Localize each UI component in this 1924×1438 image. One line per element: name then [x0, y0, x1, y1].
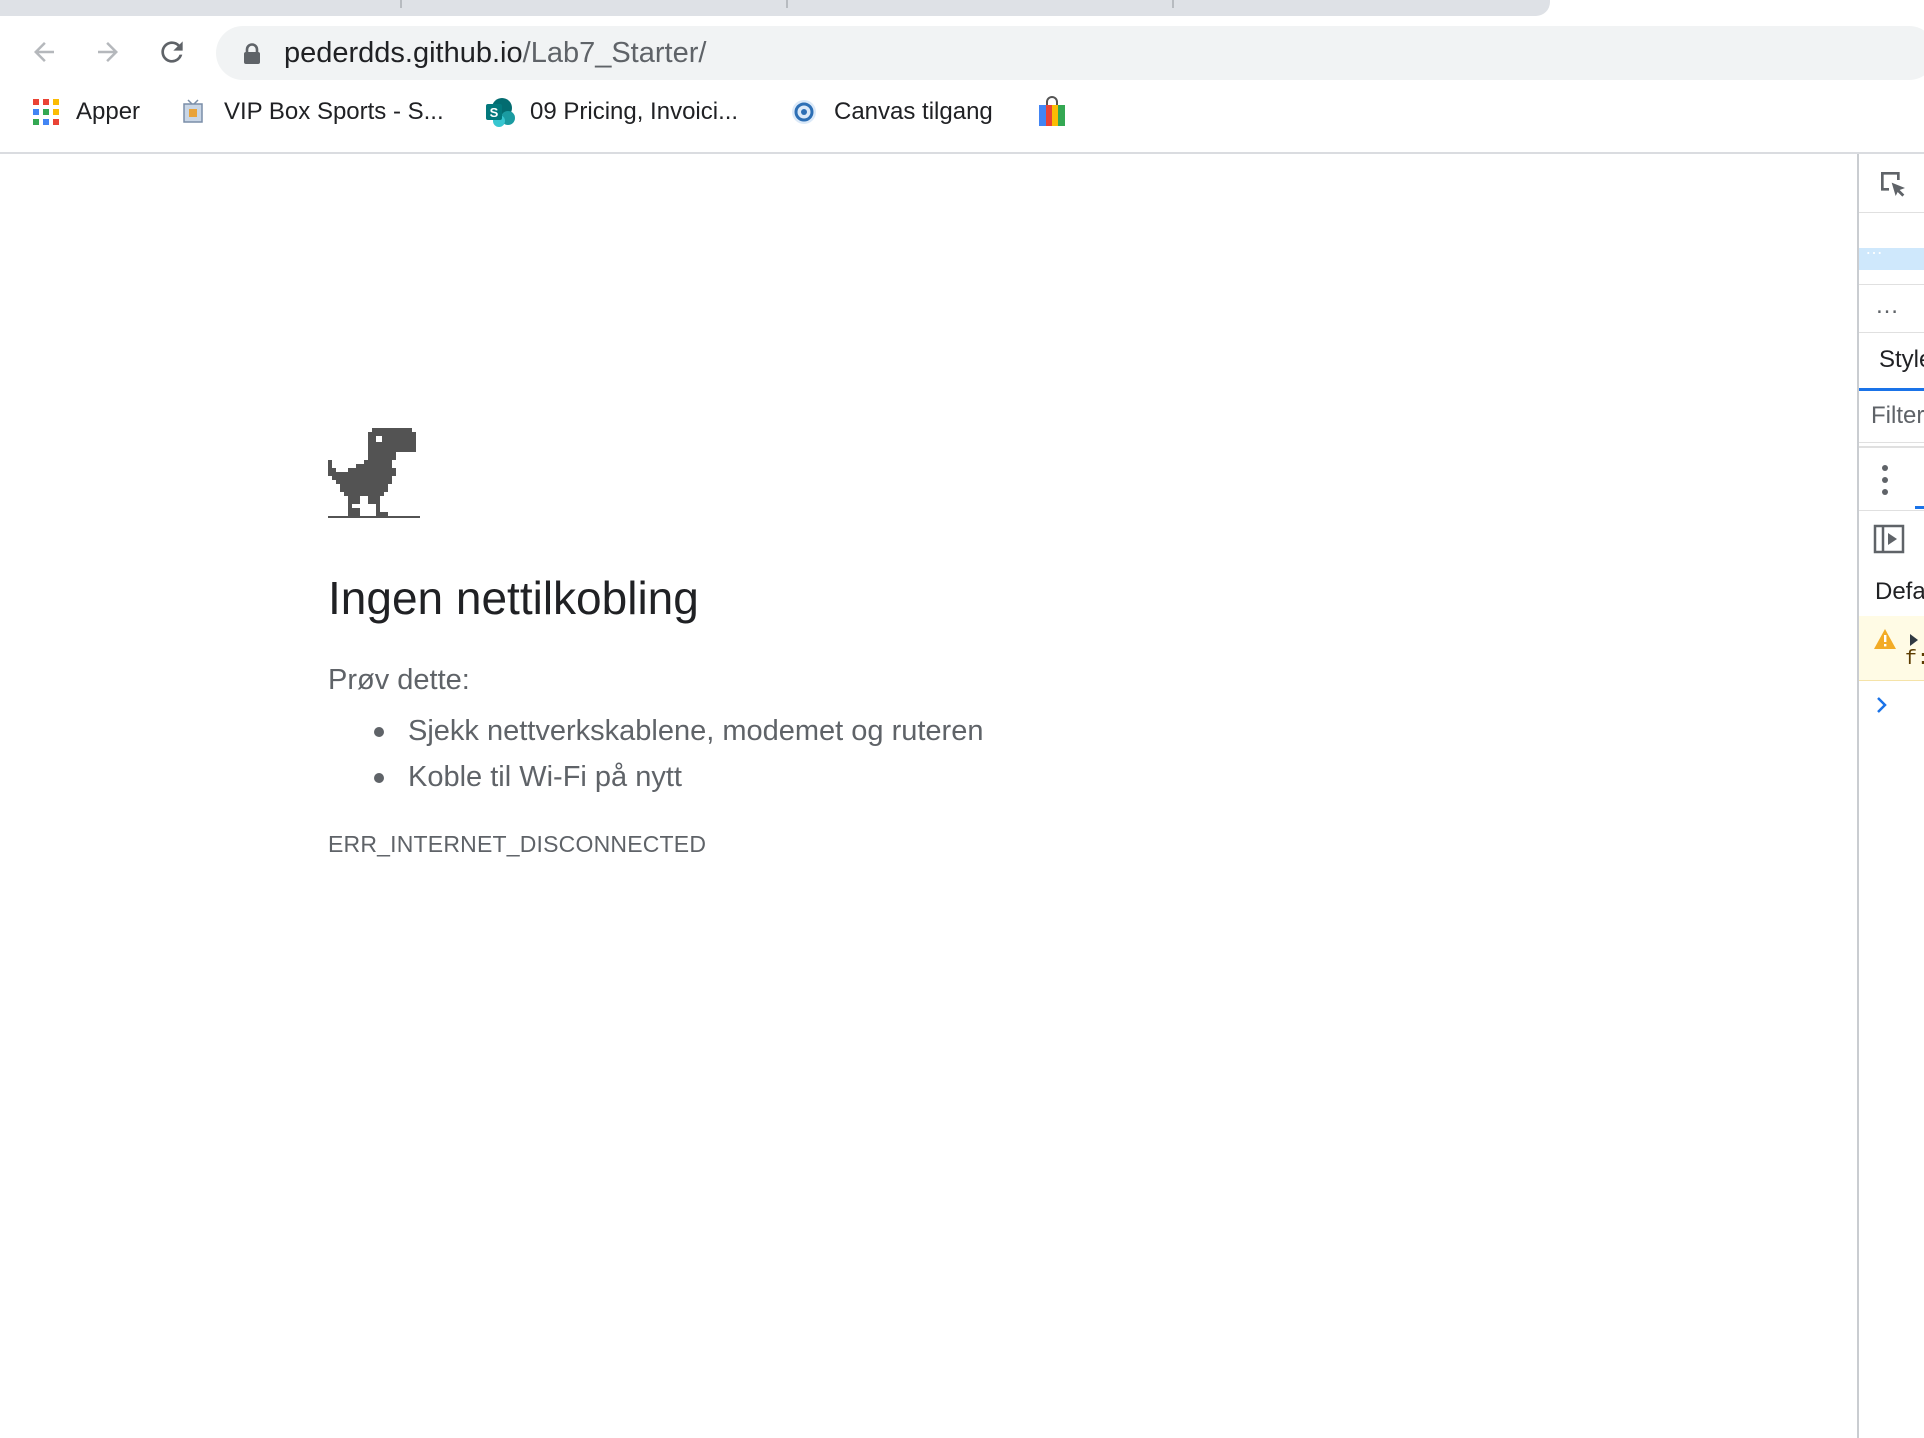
bookmark-shopping[interactable]	[1036, 92, 1082, 132]
forward-button[interactable]	[86, 30, 130, 74]
back-button[interactable]	[22, 30, 66, 74]
bookmark-label: Apper	[76, 98, 141, 125]
styles-filter[interactable]: Filter	[1859, 392, 1924, 443]
dino-icon[interactable]	[328, 428, 420, 520]
suggestion-item: Sjekk nettverkskablene, modemet og ruter…	[373, 708, 983, 754]
console-warning-text: f:	[1905, 648, 1924, 671]
address-bar[interactable]: pederdds.github.io/Lab7_Starter/	[216, 26, 1924, 80]
error-code: ERR_INTERNET_DISCONNECTED	[328, 831, 707, 857]
drawer-tab-indicator	[1915, 506, 1924, 509]
page-title: Ingen nettilkobling	[328, 572, 699, 624]
bookmark-apper[interactable]: Apper	[30, 92, 140, 132]
arrow-left-icon	[34, 42, 54, 62]
tab-separator	[400, 0, 402, 8]
bookmark-label: Canvas tilgang	[834, 98, 993, 125]
url-path: /Lab7_Starter/	[522, 37, 707, 69]
bookmark-label: 09 Pricing, Invoici...	[530, 98, 739, 125]
sharepoint-icon: S	[484, 96, 516, 128]
devtools-toolbar	[1859, 154, 1924, 213]
url-host: pederdds.github.io	[284, 37, 523, 69]
tab-bar	[0, 0, 1550, 16]
shopping-bag-icon	[1036, 96, 1068, 128]
console-warning[interactable]: f:	[1859, 616, 1924, 681]
log-level-select[interactable]: Defa	[1859, 566, 1924, 617]
suggestion-item: Koble til Wi-Fi på nytt	[373, 754, 983, 800]
bookmark-vip-box-sports[interactable]: VIP Box Sports - S...	[178, 92, 444, 132]
chevron-right-icon	[1877, 697, 1887, 713]
reload-icon	[161, 41, 183, 63]
inspect-element-icon[interactable]	[1877, 168, 1909, 200]
bookmarks-bar: Apper VIP Box Sports - S... S 09 Pricing…	[0, 82, 1924, 154]
console-toolbar	[1859, 512, 1924, 566]
arrow-right-icon	[98, 42, 118, 62]
suggestions-heading: Prøv dette:	[328, 664, 470, 696]
tv-icon	[178, 96, 210, 128]
browser-toolbar: pederdds.github.io/Lab7_Starter/	[0, 22, 1924, 82]
tab-strip	[0, 0, 1924, 22]
expand-arrow-icon[interactable]	[1909, 634, 1919, 646]
devtools-panel: … … Style Filter Defa f:	[1857, 154, 1924, 1438]
tab-separator	[786, 0, 788, 8]
lock-icon[interactable]	[242, 43, 262, 65]
sidebar-toggle-icon[interactable]	[1873, 524, 1905, 554]
breadcrumb[interactable]: …	[1859, 286, 1924, 333]
warning-icon	[1874, 629, 1896, 649]
drawer-header	[1859, 450, 1924, 511]
bookmark-pricing-invoicing[interactable]: S 09 Pricing, Invoici...	[484, 92, 738, 132]
apps-grid-icon	[30, 96, 62, 128]
tab-styles[interactable]: Style	[1859, 334, 1924, 391]
reload-button[interactable]	[150, 30, 194, 74]
bookmark-canvas-tilgang[interactable]: Canvas tilgang	[788, 92, 993, 132]
suggestions-list: Sjekk nettverkskablene, modemet og ruter…	[328, 708, 983, 800]
log-level-label: Defa	[1875, 578, 1924, 605]
page-content: Ingen nettilkobling Prøv dette: Sjekk ne…	[0, 154, 1857, 1438]
console-prompt[interactable]	[1859, 686, 1924, 726]
bookmark-label: VIP Box Sports - S...	[224, 98, 444, 125]
canvas-icon	[788, 96, 820, 128]
selected-dom-node[interactable]: …	[1859, 238, 1924, 270]
breadcrumb-ellipsis: …	[1875, 292, 1899, 319]
tab-styles-label: Style	[1879, 346, 1924, 373]
suggestions: Prøv dette: Sjekk nettverkskablene, mode…	[328, 662, 983, 800]
tab-separator	[1172, 0, 1174, 8]
dom-ellipsis: …	[1865, 238, 1883, 258]
filter-placeholder: Filter	[1871, 402, 1924, 429]
svg-text:S: S	[490, 105, 499, 120]
url-text[interactable]: pederdds.github.io/Lab7_Starter/	[284, 37, 706, 69]
more-vert-icon[interactable]	[1881, 464, 1889, 496]
dom-tree-end	[1859, 270, 1924, 285]
divider	[1859, 446, 1924, 448]
